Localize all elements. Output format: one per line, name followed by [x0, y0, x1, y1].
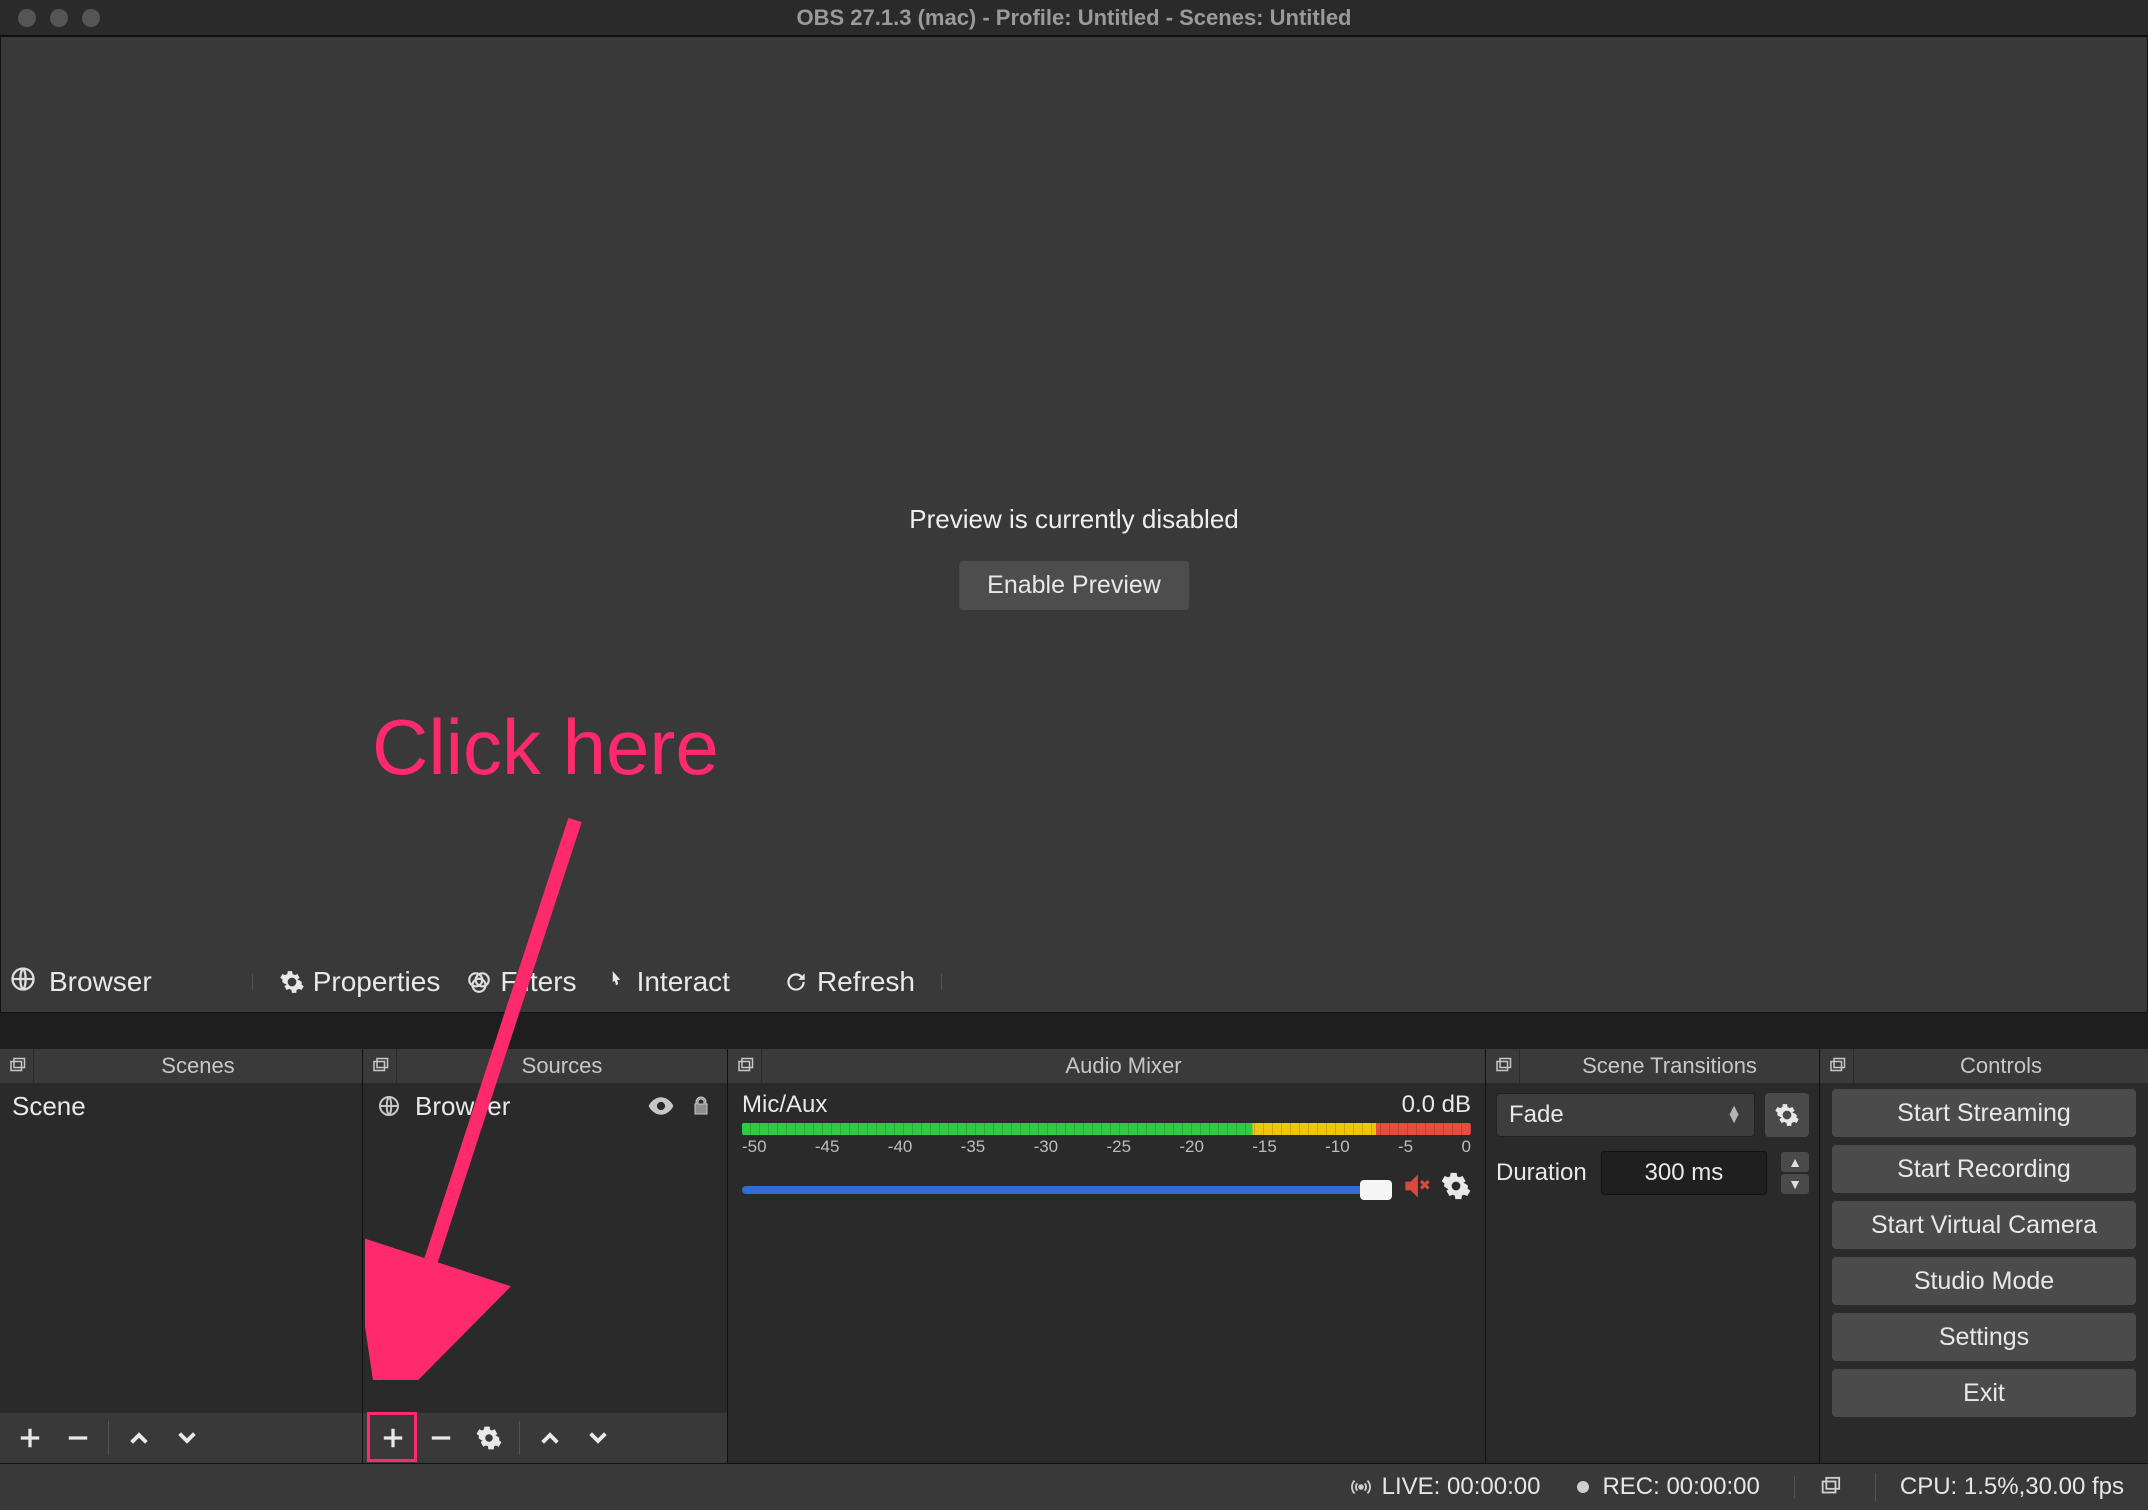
duration-value: 300 ms	[1645, 1159, 1724, 1187]
cpu-status: CPU: 1.5%,30.00 fps	[1875, 1473, 2124, 1501]
lock-icon[interactable]	[687, 1092, 715, 1120]
remove-source-button[interactable]	[417, 1414, 465, 1462]
filters-label: Filters	[500, 966, 576, 998]
refresh-label: Refresh	[817, 966, 915, 998]
scene-name: Scene	[12, 1091, 86, 1122]
sources-dock: Sources Browser	[363, 1049, 728, 1463]
controls-title: Controls	[1854, 1053, 2148, 1079]
rec-status: REC: 00:00:00	[1574, 1473, 1759, 1501]
audio-meter-ticks: -50-45-40-35-30-25-20-15-10-50	[742, 1137, 1471, 1157]
scene-transitions-dock: Scene Transitions Fade ▲▼ Duration 300 m…	[1486, 1049, 1820, 1463]
scenes-dock: Scenes Scene	[0, 1049, 363, 1463]
settings-button[interactable]: Settings	[1832, 1313, 2136, 1361]
docks-row: Scenes Scene Sources	[0, 1049, 2148, 1463]
titlebar: OBS 27.1.3 (mac) - Profile: Untitled - S…	[0, 0, 2148, 36]
audio-meter	[742, 1123, 1471, 1135]
scenes-title: Scenes	[34, 1053, 362, 1079]
start-recording-button[interactable]: Start Recording	[1832, 1145, 2136, 1193]
scenes-footer	[0, 1413, 362, 1463]
interact-button[interactable]: Interact	[603, 966, 730, 998]
duration-label: Duration	[1496, 1159, 1587, 1187]
transition-settings-button[interactable]	[1765, 1093, 1809, 1137]
mixer-channel-level: 0.0 dB	[1402, 1091, 1471, 1119]
undock-icon[interactable]	[363, 1049, 397, 1083]
studio-mode-button[interactable]: Studio Mode	[1832, 1257, 2136, 1305]
filters-button[interactable]: Filters	[466, 966, 576, 998]
globe-icon	[9, 965, 37, 1000]
source-toolbar: Properties Filters Interact Refresh	[252, 966, 942, 998]
preview-item-strip: Browser Properties Filters Interact Refr…	[1, 952, 2147, 1012]
scenes-list[interactable]: Scene	[0, 1083, 362, 1413]
mute-icon[interactable]	[1401, 1171, 1431, 1208]
enable-preview-button[interactable]: Enable Preview	[959, 561, 1189, 610]
properties-label: Properties	[313, 966, 441, 998]
undock-icon	[1819, 1476, 1841, 1498]
add-source-button[interactable]	[369, 1414, 417, 1462]
preview-disabled-message: Preview is currently disabled	[909, 504, 1238, 535]
properties-button[interactable]: Properties	[279, 966, 441, 998]
sources-title: Sources	[397, 1053, 727, 1079]
sources-list[interactable]: Browser	[363, 1083, 727, 1413]
undock-icon[interactable]	[1820, 1049, 1854, 1083]
chevron-down-icon[interactable]: ▼	[1781, 1174, 1809, 1194]
source-settings-button[interactable]	[465, 1414, 513, 1462]
controls-dock: Controls Start Streaming Start Recording…	[1820, 1049, 2148, 1463]
window-title: OBS 27.1.3 (mac) - Profile: Untitled - S…	[797, 5, 1352, 31]
transitions-title: Scene Transitions	[1520, 1053, 1819, 1079]
start-virtual-camera-button[interactable]: Start Virtual Camera	[1832, 1201, 2136, 1249]
dock-toggle[interactable]	[1794, 1476, 1841, 1498]
selected-source-chip: Browser	[9, 965, 152, 1000]
selected-source-name: Browser	[49, 966, 152, 998]
move-scene-up-button[interactable]	[115, 1414, 163, 1462]
duration-spinner[interactable]: ▲ ▼	[1781, 1152, 1809, 1194]
volume-slider[interactable]	[742, 1186, 1391, 1194]
close-window-icon[interactable]	[18, 9, 36, 27]
chevron-up-icon[interactable]: ▲	[1781, 1152, 1809, 1172]
live-status: LIVE: 00:00:00	[1350, 1473, 1541, 1501]
record-dot-icon	[1574, 1478, 1592, 1496]
scene-row[interactable]: Scene	[0, 1083, 362, 1129]
move-source-up-button[interactable]	[526, 1414, 574, 1462]
source-name: Browser	[415, 1091, 510, 1122]
globe-icon	[375, 1092, 403, 1120]
move-source-down-button[interactable]	[574, 1414, 622, 1462]
statusbar: LIVE: 00:00:00 REC: 00:00:00 CPU: 1.5%,3…	[0, 1463, 2148, 1510]
mixer-channel-settings-button[interactable]	[1441, 1171, 1471, 1208]
visibility-eye-icon[interactable]	[647, 1092, 675, 1120]
mixer-channel-name: Mic/Aux	[742, 1091, 827, 1119]
audio-mixer-dock: Audio Mixer Mic/Aux 0.0 dB -50-45-40-35-…	[728, 1049, 1486, 1463]
chevron-updown-icon: ▲▼	[1726, 1107, 1742, 1123]
preview-area: Preview is currently disabled Enable Pre…	[0, 36, 2148, 1013]
source-row[interactable]: Browser	[363, 1083, 727, 1129]
sources-footer	[363, 1413, 727, 1463]
undock-icon[interactable]	[1486, 1049, 1520, 1083]
move-scene-down-button[interactable]	[163, 1414, 211, 1462]
transition-selected-value: Fade	[1509, 1101, 1564, 1129]
traffic-lights	[0, 9, 100, 27]
refresh-button[interactable]: Refresh	[783, 966, 915, 998]
maximize-window-icon[interactable]	[82, 9, 100, 27]
undock-icon[interactable]	[0, 1049, 34, 1083]
exit-button[interactable]: Exit	[1832, 1369, 2136, 1417]
undock-icon[interactable]	[728, 1049, 762, 1083]
start-streaming-button[interactable]: Start Streaming	[1832, 1089, 2136, 1137]
duration-input[interactable]: 300 ms	[1601, 1151, 1767, 1195]
transition-select[interactable]: Fade ▲▼	[1496, 1093, 1755, 1137]
minimize-window-icon[interactable]	[50, 9, 68, 27]
interact-label: Interact	[637, 966, 730, 998]
broadcast-icon	[1350, 1476, 1372, 1498]
mixer-title: Audio Mixer	[762, 1053, 1485, 1079]
add-scene-button[interactable]	[6, 1414, 54, 1462]
remove-scene-button[interactable]	[54, 1414, 102, 1462]
